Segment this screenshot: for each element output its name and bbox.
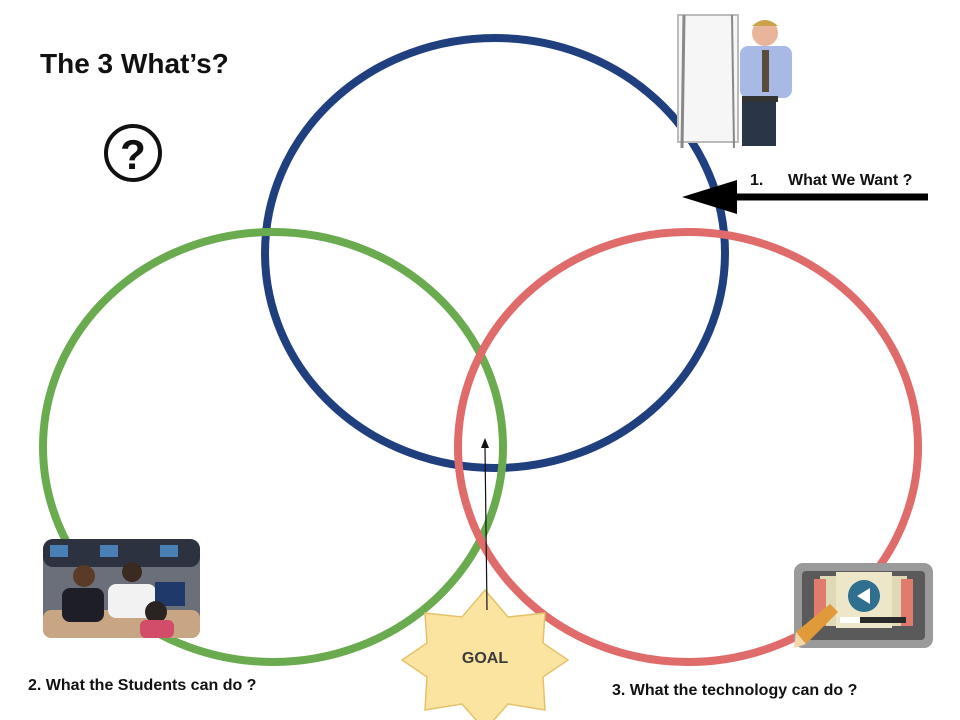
label-what-we-want-text: What We Want ? <box>788 172 913 189</box>
label-what-we-want: 1. What We Want ? <box>750 172 912 190</box>
venn-diagram: ? <box>39 14 933 720</box>
teacher-whiteboard-image <box>677 14 792 149</box>
page-title: The 3 What’s? <box>40 48 229 79</box>
label-technology: 3. What the technology can do ? <box>612 682 858 699</box>
label-what-we-want-number: 1. <box>750 172 764 189</box>
label-students: 2. What the Students can do ? <box>28 677 257 694</box>
students-photo <box>43 539 200 638</box>
tablet-video-icon <box>794 563 933 648</box>
question-circle-icon: ? <box>104 124 162 182</box>
svg-text:?: ? <box>120 131 146 178</box>
goal-label: GOAL <box>461 650 509 667</box>
